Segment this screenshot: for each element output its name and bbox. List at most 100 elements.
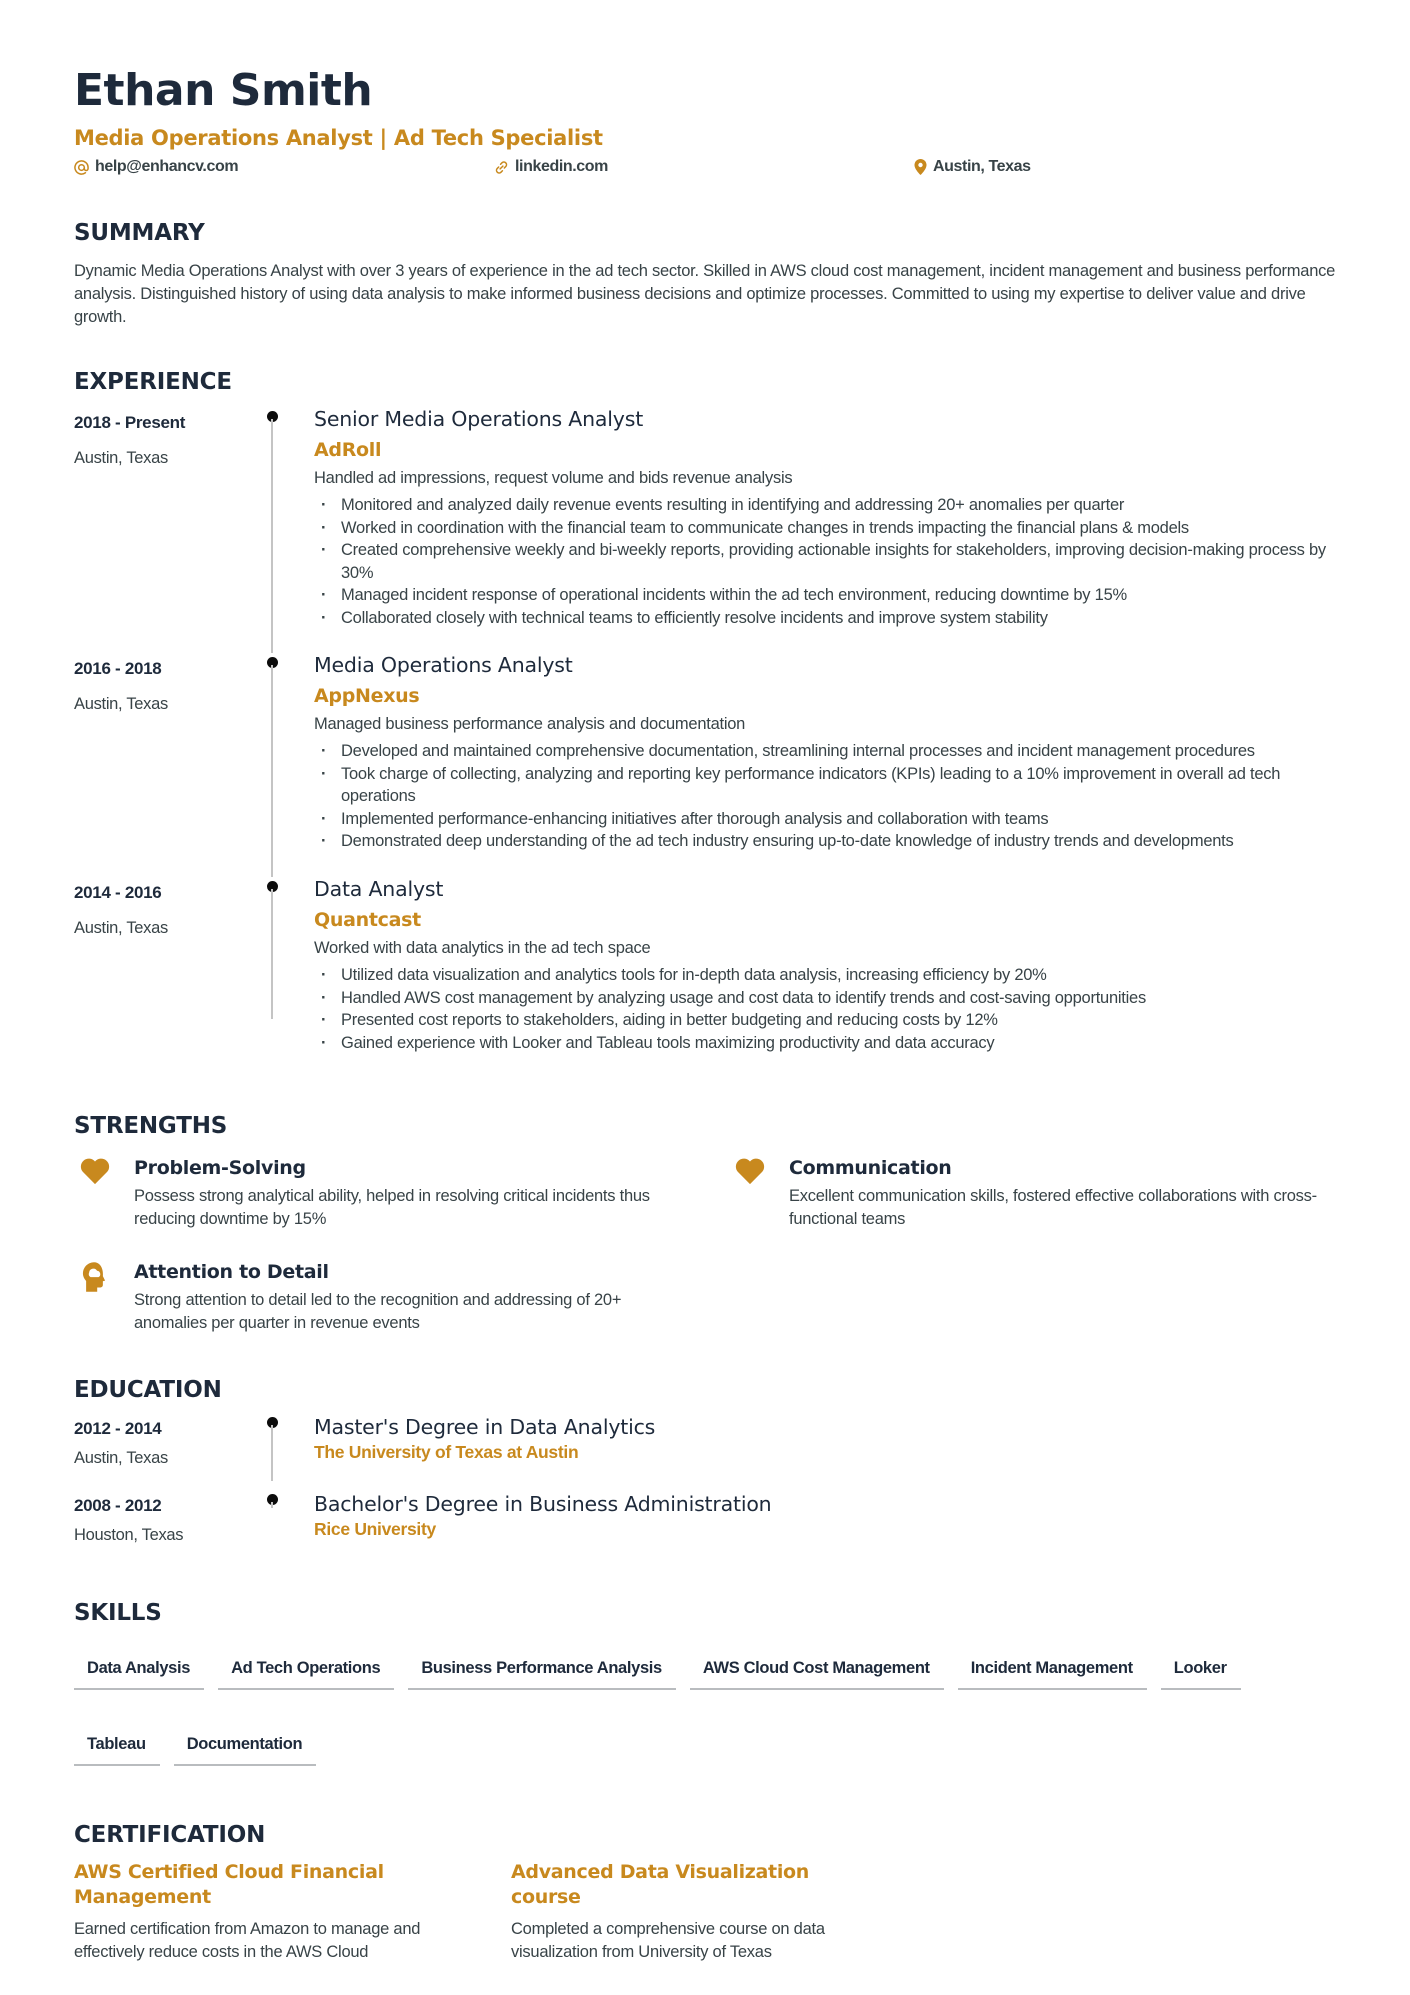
experience-bullet: Monitored and analyzed daily revenue eve…: [314, 494, 1344, 517]
candidate-headline: Media Operations Analyst | Ad Tech Speci…: [74, 126, 603, 150]
resume-page: Ethan Smith Media Operations Analyst | A…: [74, 62, 1344, 1964]
experience-description: Handled ad impressions, request volume a…: [314, 469, 793, 487]
heart-icon: [729, 1155, 789, 1231]
skills-section: SKILLS Data Analysis Ad Tech Operations …: [74, 1598, 1344, 1766]
certification-section: CERTIFICATION AWS Certified Cloud Financ…: [74, 1820, 1344, 1964]
education-degree: Master's Degree in Data Analytics: [314, 1415, 656, 1439]
experience-dates: 2016 - 2018: [74, 659, 162, 678]
at-icon: [74, 159, 89, 175]
experience-bullet: Handled AWS cost management by analyzing…: [314, 987, 1344, 1010]
education-section: EDUCATION 2012 - 2014 Austin, Texas Mast…: [74, 1375, 1344, 1564]
certification-title: AWS Certified Cloud Financial Management: [74, 1861, 384, 1908]
experience-entry: 2016 - 2018 Austin, Texas Media Operatio…: [74, 653, 1344, 881]
experience-role: Media Operations Analyst: [314, 653, 573, 677]
education-dates: 2012 - 2014: [74, 1419, 162, 1438]
certification-title: Advanced Data Visualization course: [511, 1861, 810, 1908]
certification-item: AWS Certified Cloud Financial Management…: [74, 1860, 511, 1964]
summary-heading: SUMMARY: [74, 220, 205, 246]
contact-location-text: Austin, Texas: [933, 158, 1031, 175]
education-location: Houston, Texas: [74, 1526, 184, 1544]
experience-location: Austin, Texas: [74, 919, 168, 937]
education-degree: Bachelor's Degree in Business Administra…: [314, 1492, 772, 1516]
experience-heading: EXPERIENCE: [74, 369, 232, 395]
strength-title: Problem-Solving: [134, 1157, 306, 1179]
experience-bullet: Presented cost reports to stakeholders, …: [314, 1009, 1344, 1032]
link-icon: [494, 160, 509, 175]
contact-linkedin-text: linkedin.com: [515, 158, 608, 175]
experience-section: EXPERIENCE 2018 - Present Austin, Texas …: [74, 367, 1344, 1081]
strength-item: Attention to Detail Strong attention to …: [74, 1259, 729, 1335]
skill-tag: Business Performance Analysis: [408, 1650, 676, 1690]
skill-tag: Incident Management: [957, 1650, 1147, 1690]
experience-role: Senior Media Operations Analyst: [314, 407, 644, 431]
experience-description: Managed business performance analysis an…: [314, 715, 746, 733]
timeline-line: [271, 1425, 273, 1481]
experience-role: Data Analyst: [314, 877, 444, 901]
certification-item: Advanced Data Visualization course Compl…: [511, 1860, 911, 1964]
summary-text: Dynamic Media Operations Analyst with ov…: [74, 262, 1336, 326]
experience-bullet: Demonstrated deep understanding of the a…: [314, 830, 1344, 853]
contact-email-text: help@enhancv.com: [95, 158, 239, 175]
experience-bullet: Developed and maintained comprehensive d…: [314, 740, 1344, 763]
experience-bullet: Worked in coordination with the financia…: [314, 517, 1344, 540]
strength-description: Strong attention to detail led to the re…: [134, 1291, 622, 1332]
experience-location: Austin, Texas: [74, 695, 168, 713]
heart-icon: [74, 1155, 134, 1231]
experience-bullet: Created comprehensive weekly and bi-week…: [314, 539, 1344, 584]
experience-bullets: Utilized data visualization and analytic…: [314, 964, 1344, 1054]
experience-bullet: Gained experience with Looker and Tablea…: [314, 1032, 1344, 1055]
skill-list: Data Analysis Ad Tech Operations Busines…: [74, 1650, 1344, 1766]
contact-row: help@enhancv.com linkedin.com Austin, Te…: [74, 156, 1344, 178]
summary-section: SUMMARY Dynamic Media Operations Analyst…: [74, 218, 1344, 329]
strength-description: Possess strong analytical ability, helpe…: [134, 1187, 650, 1228]
timeline-line: [271, 665, 273, 877]
timeline-line: [271, 1502, 273, 1508]
skill-tag: Looker: [1160, 1650, 1241, 1690]
skill-tag: Tableau: [74, 1726, 160, 1766]
experience-company: AdRoll: [314, 439, 382, 461]
certification-heading: CERTIFICATION: [74, 1822, 266, 1848]
experience-bullet: Utilized data visualization and analytic…: [314, 964, 1344, 987]
certification-description: Earned certification from Amazon to mana…: [74, 1920, 421, 1961]
experience-dates: 2014 - 2016: [74, 883, 162, 902]
education-location: Austin, Texas: [74, 1449, 168, 1467]
certification-description: Completed a comprehensive course on data…: [511, 1920, 825, 1961]
head-brain-icon: [74, 1259, 134, 1335]
experience-bullet: Managed incident response of operational…: [314, 584, 1344, 607]
experience-bullet: Implemented performance-enhancing initia…: [314, 808, 1344, 831]
strength-title: Communication: [789, 1157, 952, 1179]
experience-entry: 2014 - 2016 Austin, Texas Data Analyst Q…: [74, 877, 1344, 1081]
experience-bullets: Monitored and analyzed daily revenue eve…: [314, 494, 1344, 629]
strength-item: Communication Excellent communication sk…: [729, 1155, 1344, 1231]
skill-tag: AWS Cloud Cost Management: [689, 1650, 944, 1690]
experience-description: Worked with data analytics in the ad tec…: [314, 939, 651, 957]
education-school: Rice University: [314, 1519, 436, 1539]
contact-email[interactable]: help@enhancv.com: [74, 158, 494, 176]
education-dates: 2008 - 2012: [74, 1496, 162, 1515]
candidate-name: Ethan Smith: [74, 65, 373, 116]
skill-tag: Documentation: [173, 1726, 317, 1766]
education-entry: 2012 - 2014 Austin, Texas Master's Degre…: [74, 1415, 1344, 1494]
timeline-line: [271, 889, 273, 1019]
experience-bullet: Collaborated closely with technical team…: [314, 607, 1344, 630]
contact-location: Austin, Texas: [914, 158, 1031, 176]
location-pin-icon: [914, 159, 927, 175]
education-school: The University of Texas at Austin: [314, 1442, 579, 1462]
experience-company: AppNexus: [314, 685, 420, 707]
education-heading: EDUCATION: [74, 1377, 222, 1403]
strengths-heading: STRENGTHS: [74, 1113, 228, 1139]
experience-timeline: 2018 - Present Austin, Texas Senior Medi…: [74, 407, 1344, 1081]
experience-bullet: Took charge of collecting, analyzing and…: [314, 763, 1344, 808]
skill-tag: Data Analysis: [74, 1650, 205, 1690]
strength-item: Problem-Solving Possess strong analytica…: [74, 1155, 729, 1231]
skill-tag: Ad Tech Operations: [218, 1650, 395, 1690]
strengths-section: STRENGTHS Problem-Solving Possess strong…: [74, 1111, 1344, 1335]
skills-heading: SKILLS: [74, 1600, 162, 1626]
experience-bullets: Developed and maintained comprehensive d…: [314, 740, 1344, 853]
experience-entry: 2018 - Present Austin, Texas Senior Medi…: [74, 407, 1344, 657]
strength-title: Attention to Detail: [134, 1261, 329, 1283]
contact-linkedin[interactable]: linkedin.com: [494, 158, 914, 176]
experience-company: Quantcast: [314, 909, 421, 931]
strength-description: Excellent communication skills, fostered…: [789, 1187, 1317, 1228]
education-entry: 2008 - 2012 Houston, Texas Bachelor's De…: [74, 1492, 1344, 1564]
